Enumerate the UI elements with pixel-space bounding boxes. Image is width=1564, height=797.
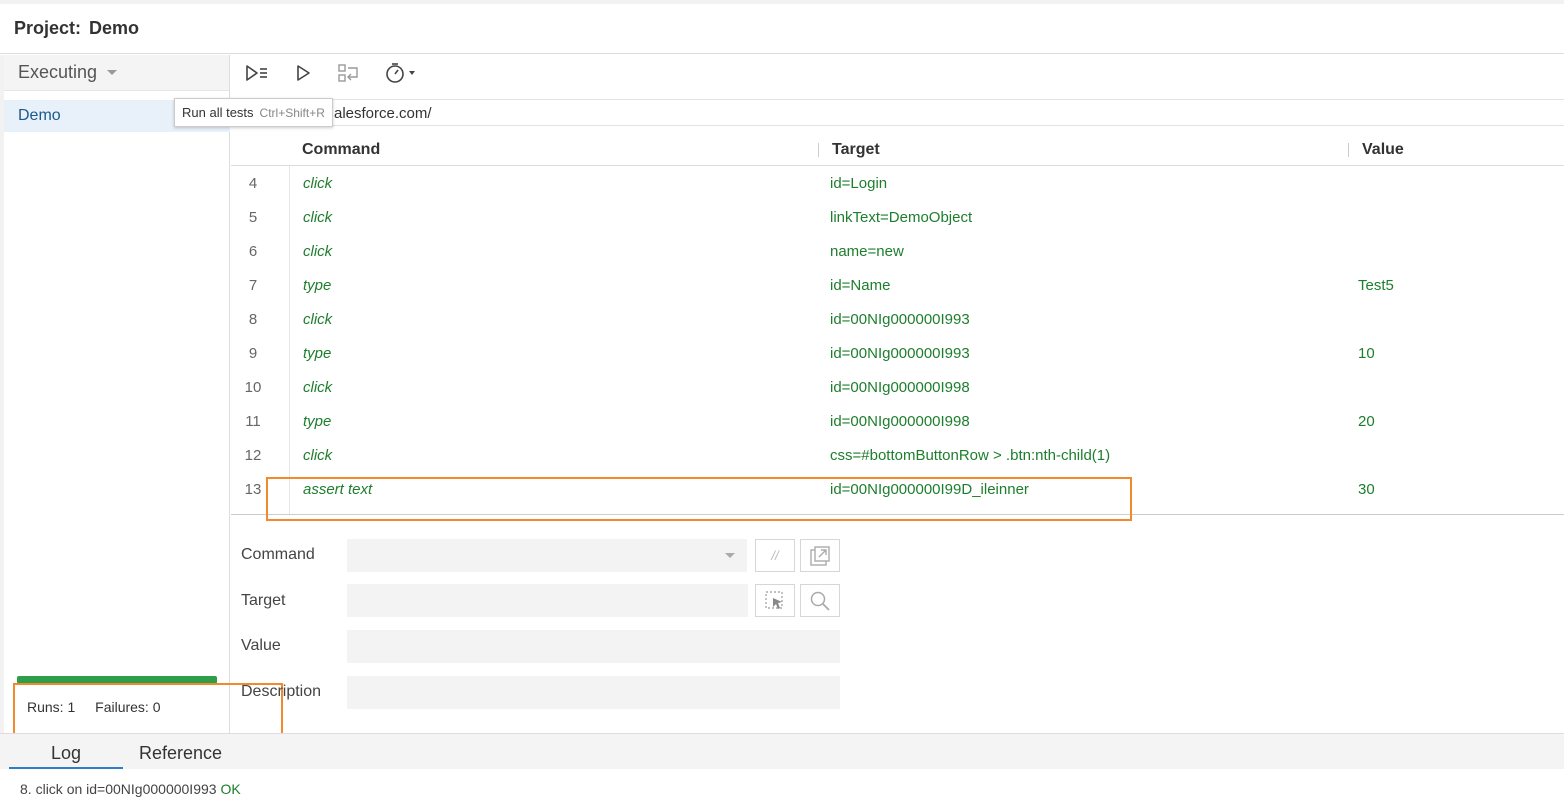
target-column-header[interactable]: Target [832,141,880,159]
table-row[interactable]: 11 type id=00NIg000000I998 20 [231,404,1564,438]
value-input[interactable] [347,630,840,663]
open-reference-button[interactable] [800,539,840,572]
speed-button[interactable] [381,59,421,87]
suite-item-label: Demo [18,107,61,124]
row-number: 12 [244,447,262,464]
project-label: Project: [14,18,82,38]
command-table: Command Target Value 4 click id=Login 5 clic… [231,134,1564,514]
command-select[interactable] [347,539,747,572]
table-row[interactable]: 12 click css=#bottomButtonRow > .btn:nth-c… [231,438,1564,472]
row-target: name=new [830,243,904,260]
row-number: 10 [244,379,262,396]
row-target: id=00NIg000000I993 [830,311,970,328]
row-number: 11 [245,413,261,430]
table-row[interactable]: 8 click id=00NIg000000I993 [231,302,1564,336]
tooltip: Run all tests Ctrl+Shift+R [174,98,333,127]
highlight-box-assert-row [266,477,1132,521]
run-all-tests-button[interactable] [243,59,271,87]
step-over-button[interactable] [335,59,363,87]
row-number: 7 [248,277,258,294]
row-command: click [303,209,333,226]
row-target: id=00NIg000000I998 [830,413,970,430]
row-command: type [303,345,332,362]
command-column-header[interactable]: Command [302,141,380,159]
run-current-test-button[interactable] [289,59,317,87]
find-target-button[interactable] [800,584,840,617]
row-number: 9 [248,345,258,362]
search-icon [810,591,830,611]
description-field-label: Description [241,683,322,700]
row-command: click [303,447,333,464]
tab-log[interactable]: Log [51,743,81,764]
log-entry-status: OK [220,781,241,797]
row-command: click [303,243,333,260]
command-field-label: Command [241,546,315,563]
row-value: 10 [1358,345,1375,362]
select-target-button[interactable] [755,584,795,617]
log-entry: 8. click on id=00NIg000000I993 OK [20,781,241,797]
row-target: linkText=DemoObject [830,209,973,226]
table-header: Command Target Value [231,134,1564,166]
row-target: id=00NIg000000I993 [830,345,970,362]
target-input[interactable] [347,584,748,617]
column-divider [818,143,819,157]
run-current-test-icon [297,65,310,81]
comment-slash-icon: // [771,548,779,563]
row-target: id=00NIg000000I998 [830,379,970,396]
comment-toggle-button[interactable]: // [755,539,795,572]
row-target: id=Name [830,277,891,294]
row-number: 8 [248,311,258,328]
target-field-label: Target [241,592,286,609]
row-target: css=#bottomButtonRow > .btn:nth-child(1) [830,447,1111,464]
row-value: 30 [1358,481,1375,498]
chevron-down-icon [107,70,118,75]
column-divider [1348,143,1349,157]
table-row[interactable]: 5 click linkText=DemoObject [231,200,1564,234]
log-entry-text: click on id=00NIg000000I993 [35,781,217,797]
select-element-icon [765,590,783,609]
executing-dropdown[interactable]: Executing [4,55,229,91]
tooltip-shortcut: Ctrl+Shift+R [259,105,325,120]
command-editor: Command // Target Value Description [231,530,931,720]
tab-reference[interactable]: Reference [139,743,222,764]
value-field-label: Value [241,637,281,654]
table-row[interactable]: 10 click id=00NIg000000I998 [231,370,1564,404]
row-number: 5 [248,209,258,226]
playback-toolbar [231,55,1564,91]
table-row[interactable]: 9 type id=00NIg000000I993 10 [231,336,1564,370]
table-row[interactable]: 4 click id=Login [231,166,1564,200]
speed-timer-icon [386,63,415,83]
base-url-value: alesforce.com/ [334,105,432,122]
chevron-down-icon [725,553,735,558]
external-link-icon [810,545,830,566]
run-all-tests-icon [246,65,267,81]
row-number: 4 [248,175,258,192]
step-over-icon [338,64,358,82]
row-command: type [303,413,332,430]
base-url-input[interactable]: alesforce.com/ [231,99,1564,126]
log-entry-index: 8. [20,781,32,797]
row-command: type [303,277,332,294]
sidebar: Executing Demo Runs: 1 Failures: 0 [4,55,230,733]
table-row[interactable]: 6 click name=new [231,234,1564,268]
row-value: Test5 [1358,277,1394,294]
tooltip-text: Run all tests [182,105,254,120]
log-output: 8. click on id=00NIg000000I993 OK [0,769,1564,797]
row-command: click [303,175,333,192]
row-value: 20 [1358,413,1375,430]
value-column-header[interactable]: Value [1362,141,1404,159]
row-command: click [303,379,333,396]
table-row[interactable]: 7 type id=Name Test5 [231,268,1564,302]
row-number: 6 [248,243,258,260]
description-input[interactable] [347,676,840,709]
project-name[interactable]: Demo [89,18,139,39]
row-command: click [303,311,333,328]
row-target: id=Login [830,175,888,192]
project-header: Project: Demo [0,4,1564,54]
executing-dropdown-label: Executing [18,62,98,82]
